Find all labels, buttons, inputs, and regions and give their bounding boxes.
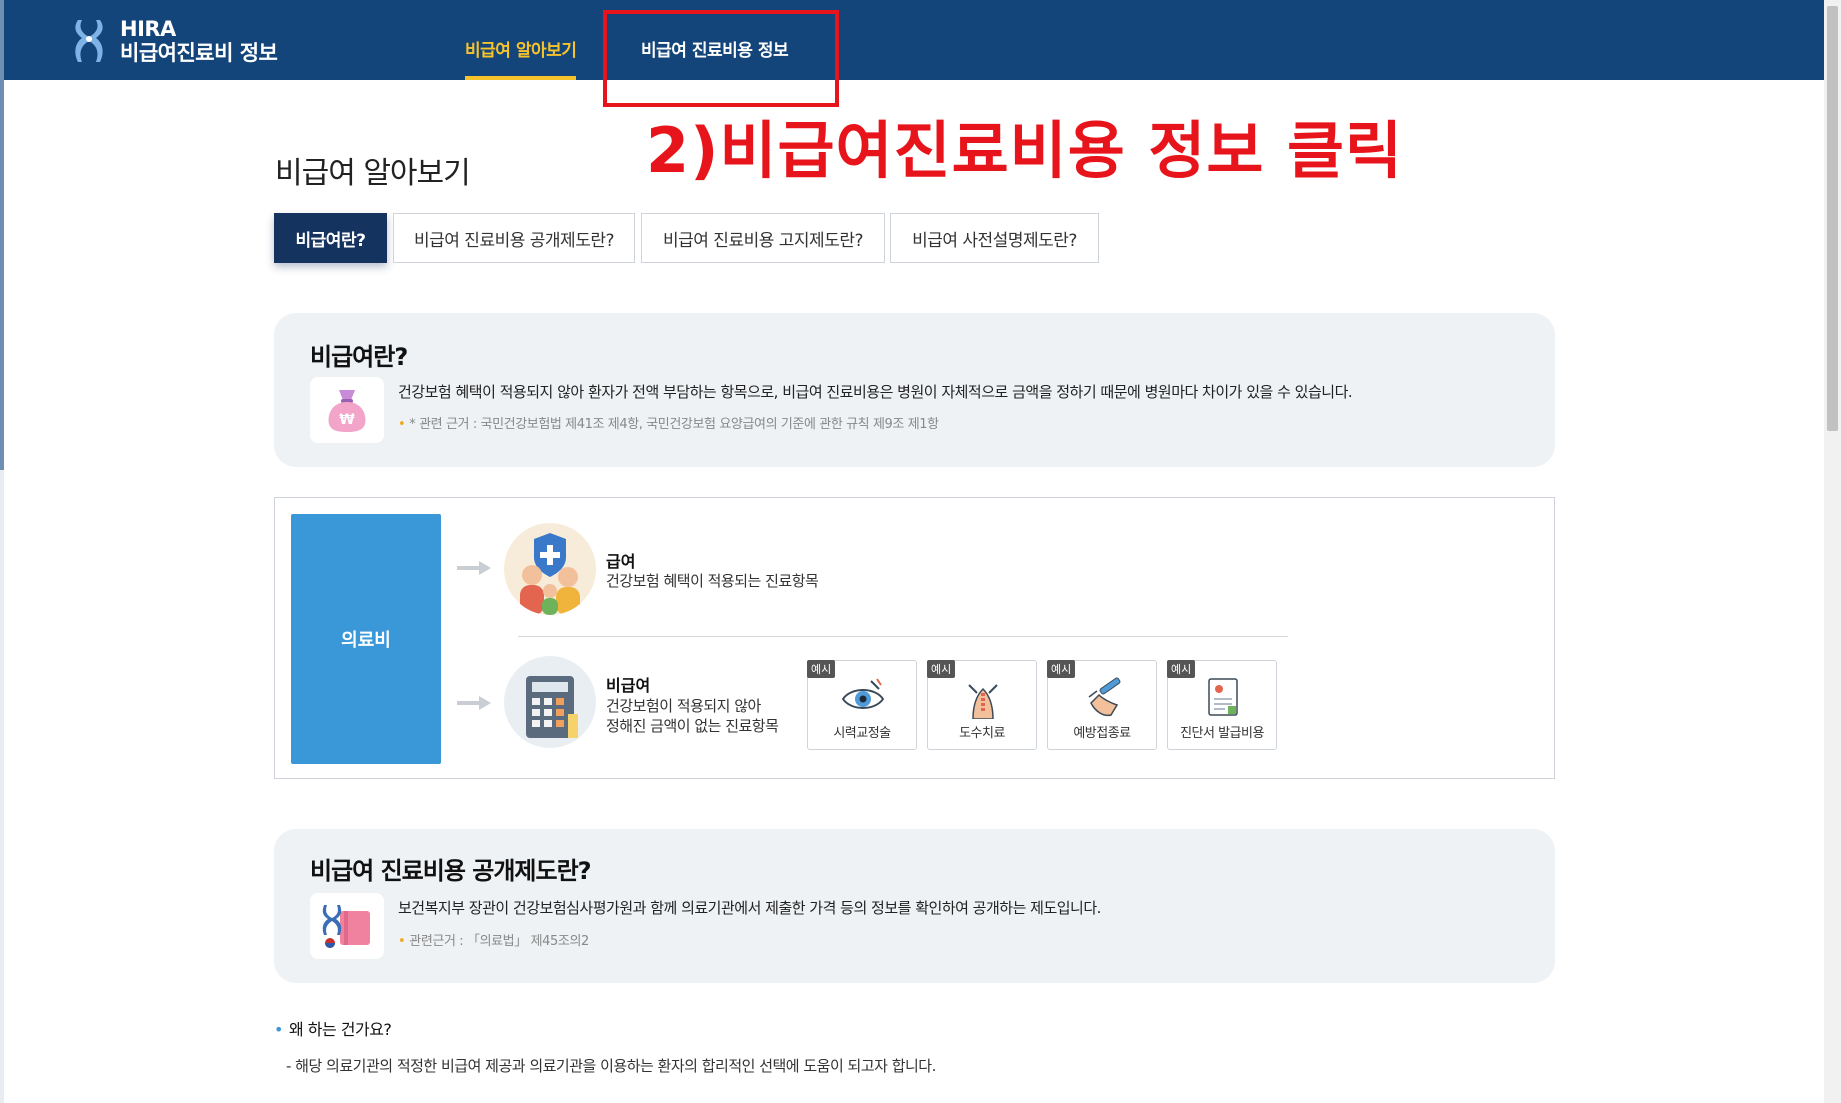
why-question: • 왜 하는 건가요? <box>274 1016 392 1040</box>
card-reference-text: * 관련 근거 : 국민건강보험법 제41조 제4항, 국민건강보험 요양급여의… <box>409 417 939 432</box>
why-question-text: 왜 하는 건가요? <box>288 1020 392 1039</box>
card-title: 비급여 진료비용 공개제도란? <box>310 857 592 885</box>
annotation-highlight-box <box>603 10 839 107</box>
benefit-family-illustration <box>504 523 596 615</box>
left-window-edge <box>0 0 4 1103</box>
card-reference: • 관련근거 : 「의료법」 제45조의2 <box>398 930 589 949</box>
medical-fee-diagram: 의료비 급여 건강보험 혜택이 적용되는 진료항목 비급여 건강보험이 적용되지… <box>274 497 1555 779</box>
example-vision-correction: 예시 시력교정술 <box>807 660 917 750</box>
example-badge: 예시 <box>807 660 836 678</box>
site-brand: HIRA <box>120 17 176 41</box>
bullet-dot: • <box>274 1020 283 1039</box>
card-reference: • * 관련 근거 : 국민건강보험법 제41조 제4항, 국민건강보험 요양급여… <box>398 413 939 432</box>
bullet-dot: • <box>398 417 406 432</box>
vertical-scrollbar[interactable] <box>1824 0 1841 1103</box>
card-what-is-nonbenefit: 비급여란? ₩ 건강보험 혜택이 적용되지 않아 환자가 전액 부담하는 항목으… <box>274 313 1555 467</box>
subtab-disclosure-system[interactable]: 비급여 진료비용 공개제도란? <box>393 213 635 263</box>
bullet-dot: • <box>398 934 406 949</box>
scrollbar-thumb[interactable] <box>1827 6 1838 431</box>
top-navigation-bar: HIRA 비급여진료비 정보 비급여 알아보기 비급여 진료비용 정보 <box>4 0 1824 80</box>
example-label: 진단서 발급비용 <box>1180 726 1264 741</box>
card-disclosure-system: 비급여 진료비용 공개제도란? 보건복지부 장관이 건강보험심사평가원과 함께 … <box>274 829 1555 983</box>
example-manual-therapy: 예시 도수치료 <box>927 660 1037 750</box>
certificate-icon <box>1208 678 1238 716</box>
example-certificate-fee: 예시 진단서 발급비용 <box>1167 660 1277 750</box>
example-badge: 예시 <box>1167 660 1196 678</box>
site-title[interactable]: HIRA 비급여진료비 정보 <box>120 17 278 65</box>
money-bag-icon: ₩ <box>310 377 384 443</box>
nav-tab-nonbenefit-overview[interactable]: 비급여 알아보기 <box>465 36 577 80</box>
svg-text:₩: ₩ <box>339 412 355 428</box>
page-title: 비급여 알아보기 <box>275 156 471 191</box>
arrow-right-icon <box>457 696 491 710</box>
hira-logo-icon[interactable] <box>72 18 106 64</box>
example-vaccination: 예시 예방접종료 <box>1047 660 1157 750</box>
site-subtitle: 비급여진료비 정보 <box>120 41 278 65</box>
card-title: 비급여란? <box>310 343 408 371</box>
syringe-icon <box>1088 677 1121 717</box>
example-badge: 예시 <box>1047 660 1076 678</box>
annotation-text: 2)비급여진료비용 정보 클릭 <box>646 114 1404 187</box>
medical-fee-box: 의료비 <box>291 514 441 764</box>
subtab-prior-explanation-system[interactable]: 비급여 사전설명제도란? <box>890 213 1099 263</box>
why-answer: - 해당 의료기관의 적정한 비급여 제공과 의료기관을 이용하는 환자의 합리… <box>286 1057 936 1075</box>
card-description: 보건복지부 장관이 건강보험심사평가원과 함께 의료기관에서 제출한 가격 등의… <box>398 899 1101 917</box>
subtab-what-is-nonbenefit[interactable]: 비급여란? <box>274 213 387 263</box>
nonbenefit-description-line2: 정해진 금액이 없는 진료항목 <box>606 717 779 735</box>
example-label: 시력교정술 <box>833 726 891 741</box>
benefit-title: 급여 <box>606 552 636 571</box>
eye-icon <box>841 678 885 709</box>
arrow-right-icon <box>457 561 491 575</box>
nonbenefit-description-line1: 건강보험이 적용되지 않아 <box>606 697 761 715</box>
nonbenefit-title: 비급여 <box>606 676 651 695</box>
example-label: 도수치료 <box>959 726 1005 741</box>
spine-icon <box>968 684 998 719</box>
card-reference-text: 관련근거 : 「의료법」 제45조의2 <box>409 934 589 949</box>
ministry-book-icon <box>310 893 384 959</box>
divider <box>518 636 1288 637</box>
nonbenefit-calculator-illustration <box>504 656 596 748</box>
example-label: 예방접종료 <box>1073 726 1131 741</box>
example-badge: 예시 <box>927 660 956 678</box>
card-description: 건강보험 혜택이 적용되지 않아 환자가 전액 부담하는 항목으로, 비급여 진… <box>398 383 1353 401</box>
benefit-description: 건강보험 혜택이 적용되는 진료항목 <box>606 572 819 590</box>
subtab-notice-system[interactable]: 비급여 진료비용 고지제도란? <box>641 213 885 263</box>
